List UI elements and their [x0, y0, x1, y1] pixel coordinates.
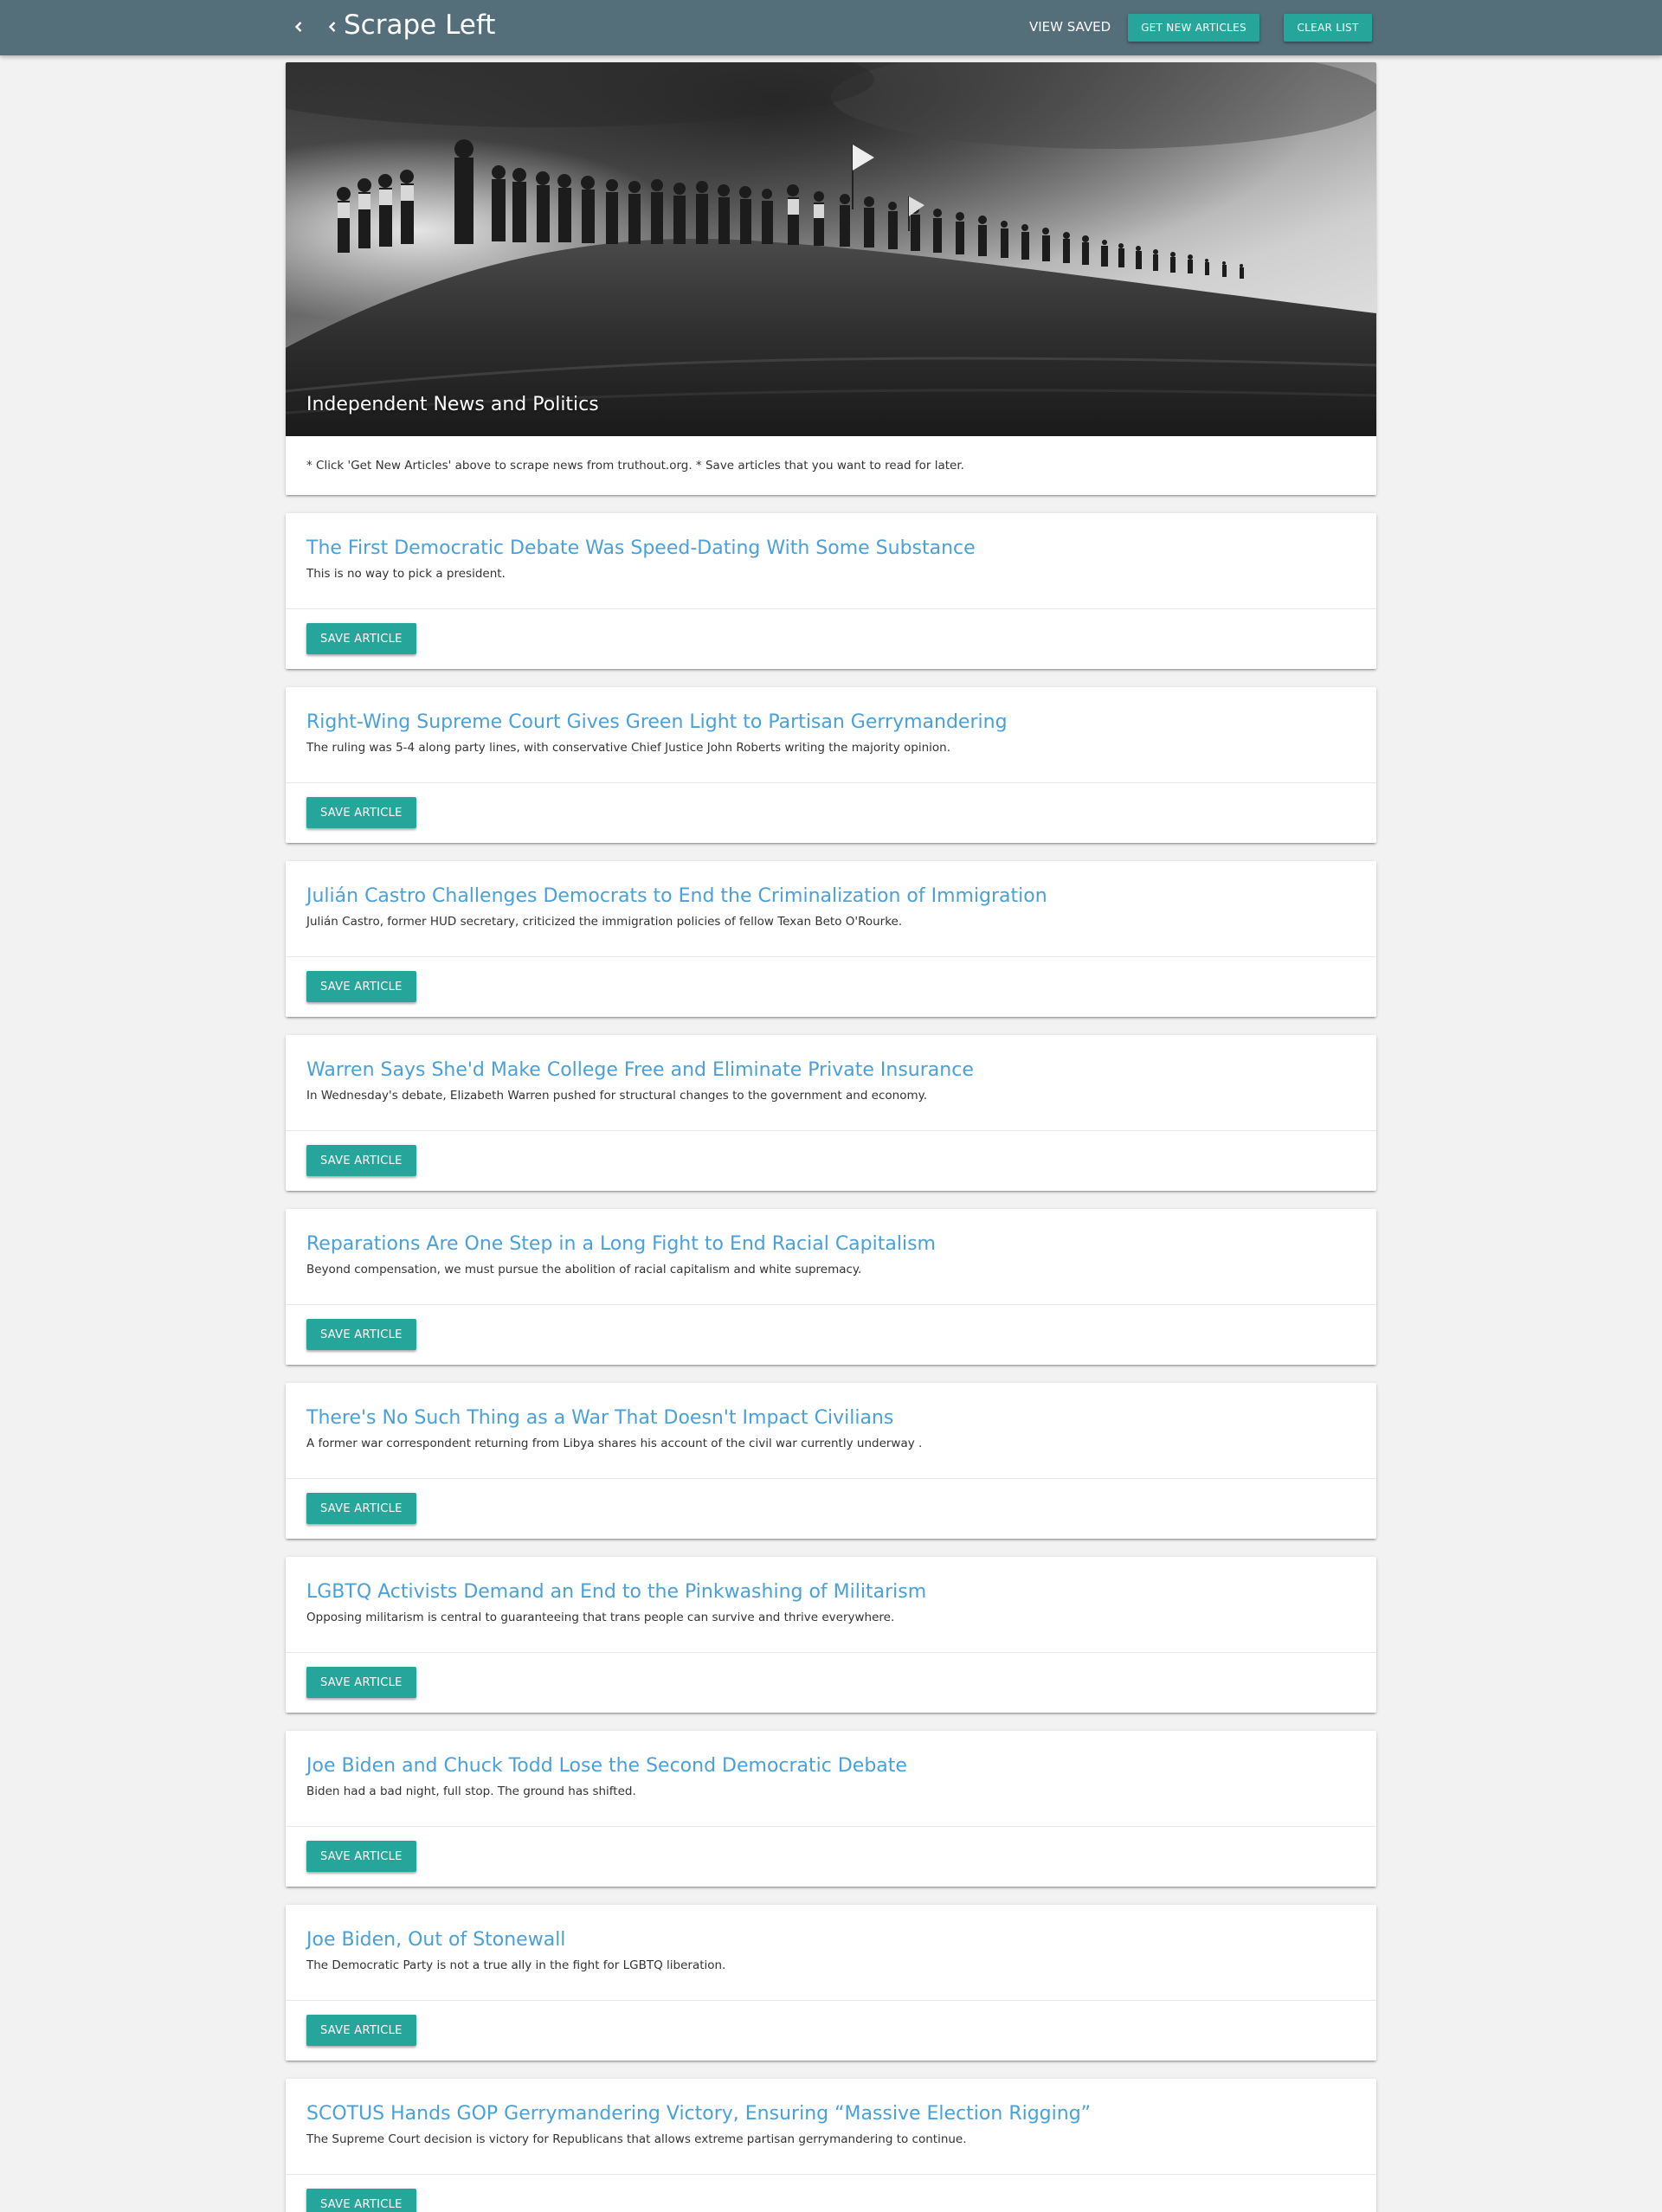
article-title-link[interactable]: Joe Biden, Out of Stonewall [306, 1927, 1356, 1953]
article-action: Save Article [286, 1827, 1376, 1887]
article-action: Save Article [286, 1479, 1376, 1539]
hero-instructions: * Click 'Get New Articles' above to scra… [306, 459, 964, 473]
view-saved-link[interactable]: View Saved [1029, 19, 1111, 35]
article-content: There's No Such Thing as a War That Does… [286, 1383, 1376, 1479]
article-summary: This is no way to pick a president. [306, 567, 506, 581]
marchers-photo [286, 62, 1376, 436]
article-card: Warren Says She'd Make College Free and … [286, 1035, 1376, 1191]
article-action: Save Article [286, 783, 1376, 843]
article-summary: Opposing militarism is central to guaran… [306, 1611, 895, 1624]
article-title-link[interactable]: SCOTUS Hands GOP Gerrymandering Victory,… [306, 2101, 1356, 2127]
save-article-button[interactable]: Save Article [306, 2015, 416, 2046]
article-summary: The ruling was 5-4 along party lines, wi… [306, 741, 950, 755]
article-title-link[interactable]: Julián Castro Challenges Democrats to En… [306, 884, 1356, 910]
article-action: Save Article [286, 1305, 1376, 1365]
hero-card: Independent News and Politics * Click 'G… [286, 62, 1376, 495]
article-title-link[interactable]: Reparations Are One Step in a Long Fight… [306, 1231, 1356, 1257]
article-card: SCOTUS Hands GOP Gerrymandering Victory,… [286, 2079, 1376, 2212]
article-title-link[interactable]: Joe Biden and Chuck Todd Lose the Second… [306, 1753, 1356, 1779]
article-action: Save Article [286, 1653, 1376, 1713]
article-card: Reparations Are One Step in a Long Fight… [286, 1209, 1376, 1365]
article-action: Save Article [286, 1131, 1376, 1191]
hero-title: Independent News and Politics [306, 394, 599, 415]
clear-list-button[interactable]: Clear List [1284, 14, 1372, 42]
article-content: SCOTUS Hands GOP Gerrymandering Victory,… [286, 2079, 1376, 2175]
article-content: Reparations Are One Step in a Long Fight… [286, 1209, 1376, 1305]
article-card: Joe Biden, Out of Stonewall The Democrat… [286, 1905, 1376, 2061]
article-title-link[interactable]: LGBTQ Activists Demand an End to the Pin… [306, 1579, 1356, 1605]
article-action: Save Article [286, 2001, 1376, 2061]
article-content: Julián Castro Challenges Democrats to En… [286, 861, 1376, 957]
chevron-left-icon[interactable] [286, 14, 312, 40]
article-summary: Julián Castro, former HUD secretary, cri… [306, 915, 903, 929]
article-title-link[interactable]: The First Democratic Debate Was Speed-Da… [306, 536, 1356, 562]
article-summary: A former war correspondent returning fro… [306, 1437, 923, 1450]
article-card: Julián Castro Challenges Democrats to En… [286, 861, 1376, 1017]
article-content: LGBTQ Activists Demand an End to the Pin… [286, 1557, 1376, 1653]
article-card: There's No Such Thing as a War That Does… [286, 1383, 1376, 1539]
article-card: Joe Biden and Chuck Todd Lose the Second… [286, 1731, 1376, 1887]
navbar: Scrape Left View Saved Get New Articles … [0, 0, 1662, 55]
article-card: Right-Wing Supreme Court Gives Green Lig… [286, 687, 1376, 843]
save-article-button[interactable]: Save Article [306, 2189, 416, 2212]
article-content: The First Democratic Debate Was Speed-Da… [286, 513, 1376, 609]
article-card: The First Democratic Debate Was Speed-Da… [286, 513, 1376, 669]
main-container: Independent News and Politics * Click 'G… [286, 62, 1376, 2212]
save-article-button[interactable]: Save Article [306, 797, 416, 828]
article-title-link[interactable]: Right-Wing Supreme Court Gives Green Lig… [306, 710, 1356, 736]
article-summary: Biden had a bad night, full stop. The gr… [306, 1784, 636, 1798]
article-action: Save Article [286, 957, 1376, 1017]
navbar-inner: Scrape Left View Saved Get New Articles … [286, 0, 1376, 55]
article-summary: The Democratic Party is not a true ally … [306, 1958, 726, 1972]
brand-logo[interactable]: Scrape Left [344, 10, 495, 41]
get-new-articles-button[interactable]: Get New Articles [1128, 14, 1259, 42]
save-article-button[interactable]: Save Article [306, 623, 416, 654]
hero-image: Independent News and Politics [286, 62, 1376, 436]
save-article-button[interactable]: Save Article [306, 1841, 416, 1872]
article-content: Warren Says She'd Make College Free and … [286, 1035, 1376, 1131]
save-article-button[interactable]: Save Article [306, 1319, 416, 1350]
article-content: Joe Biden, Out of Stonewall The Democrat… [286, 1905, 1376, 2001]
article-content: Joe Biden and Chuck Todd Lose the Second… [286, 1731, 1376, 1827]
chevron-left-icon[interactable] [319, 14, 345, 40]
article-content: Right-Wing Supreme Court Gives Green Lig… [286, 687, 1376, 783]
article-action: Save Article [286, 2175, 1376, 2212]
article-title-link[interactable]: There's No Such Thing as a War That Does… [306, 1405, 1356, 1431]
save-article-button[interactable]: Save Article [306, 1493, 416, 1524]
save-article-button[interactable]: Save Article [306, 1145, 416, 1176]
article-summary: The Supreme Court decision is victory fo… [306, 2132, 967, 2146]
article-title-link[interactable]: Warren Says She'd Make College Free and … [306, 1058, 1356, 1083]
article-summary: In Wednesday's debate, Elizabeth Warren … [306, 1089, 927, 1103]
article-summary: Beyond compensation, we must pursue the … [306, 1263, 862, 1276]
save-article-button[interactable]: Save Article [306, 971, 416, 1002]
article-card: LGBTQ Activists Demand an End to the Pin… [286, 1557, 1376, 1713]
save-article-button[interactable]: Save Article [306, 1667, 416, 1698]
article-action: Save Article [286, 609, 1376, 669]
